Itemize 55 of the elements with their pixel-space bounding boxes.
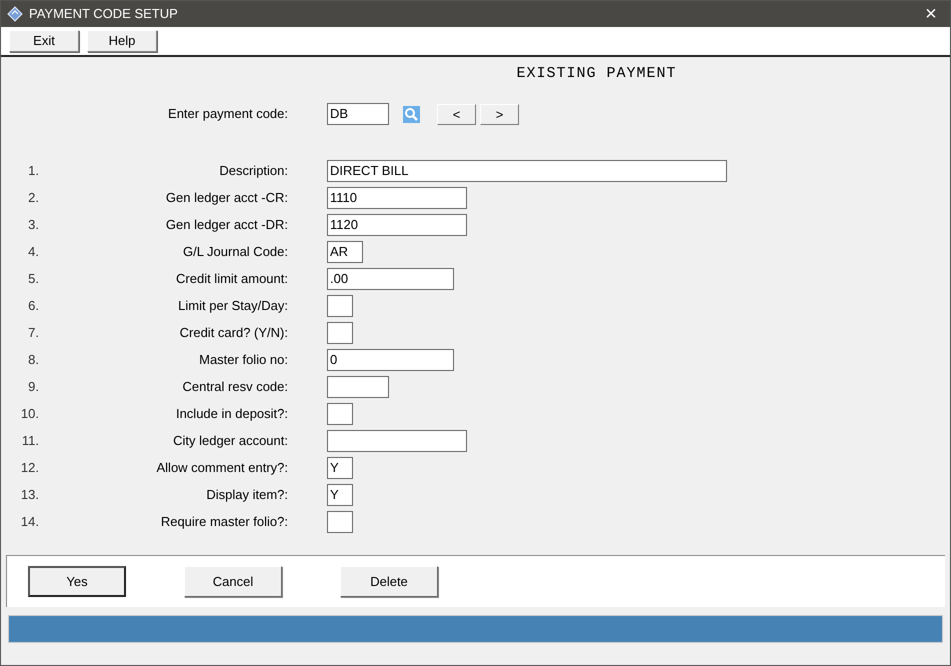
row-number: 13. (20, 486, 39, 504)
previous-button[interactable]: < (437, 104, 476, 124)
input-field[interactable]: DIRECT BILL (327, 160, 727, 182)
field-label: Gen ledger acct -DR: (164, 216, 288, 234)
input-field[interactable]: 1120 (327, 214, 467, 236)
row-number: 12. (20, 458, 39, 477)
field-label: Description: (218, 162, 288, 180)
next-button[interactable]: > (480, 104, 519, 124)
field-label: Display item?: (205, 486, 288, 504)
field-label: Limit per Stay/Day: (177, 296, 288, 315)
row-number: 4. (27, 242, 39, 261)
input-field[interactable] (327, 376, 389, 398)
input-field[interactable] (327, 322, 353, 344)
input-field[interactable] (327, 402, 353, 424)
input-field[interactable]: Y (327, 456, 353, 478)
input-field[interactable] (327, 430, 467, 452)
field-label: Allow comment entry?: (156, 458, 288, 477)
field-label: Credit limit amount: (175, 270, 288, 288)
row-number: 10. (20, 404, 39, 423)
toolbar-button[interactable]: Help (87, 30, 157, 52)
input-field[interactable]: Y (327, 484, 353, 506)
field-label: Credit card? (Y/N): (178, 324, 288, 342)
input-field[interactable] (327, 510, 353, 532)
field-label: Master folio no: (198, 350, 288, 369)
app-icon (7, 6, 23, 22)
field-label: City ledger account: (172, 432, 288, 450)
field-label: Enter payment code: (167, 105, 288, 124)
close-button[interactable]: × (918, 4, 944, 24)
field-label: Require master folio?: (160, 512, 288, 531)
input-field[interactable]: AR (327, 240, 363, 262)
field-label: Include in deposit?: (174, 404, 288, 423)
row-number: 2. (27, 188, 39, 207)
row-number: 8. (27, 350, 39, 369)
input-field[interactable]: 1110 (327, 186, 467, 208)
form-heading: EXISTING PAYMENT (516, 64, 677, 84)
row-number: 1. (27, 162, 39, 180)
input-field[interactable]: DB (327, 103, 389, 125)
row-number: 5. (27, 270, 39, 288)
dialog-button[interactable]: Cancel (184, 566, 282, 597)
input-field[interactable] (327, 294, 353, 316)
row-number: 7. (27, 324, 39, 342)
input-field[interactable]: .00 (327, 268, 454, 290)
row-number: 3. (27, 216, 39, 234)
field-label: G/L Journal Code: (182, 242, 288, 261)
row-number: 9. (27, 378, 39, 396)
dialog-button[interactable]: Yes (28, 566, 126, 597)
window-title: PAYMENT CODE SETUP (29, 5, 178, 24)
row-number: 14. (20, 512, 39, 531)
field-label: Central resv code: (182, 378, 288, 396)
toolbar-button[interactable]: Exit (9, 30, 79, 52)
field-label: Gen ledger acct -CR: (164, 188, 288, 207)
input-field[interactable]: 0 (327, 348, 454, 370)
dialog-button[interactable]: Delete (340, 566, 438, 597)
row-number: 11. (20, 432, 39, 450)
row-number: 6. (27, 296, 39, 315)
